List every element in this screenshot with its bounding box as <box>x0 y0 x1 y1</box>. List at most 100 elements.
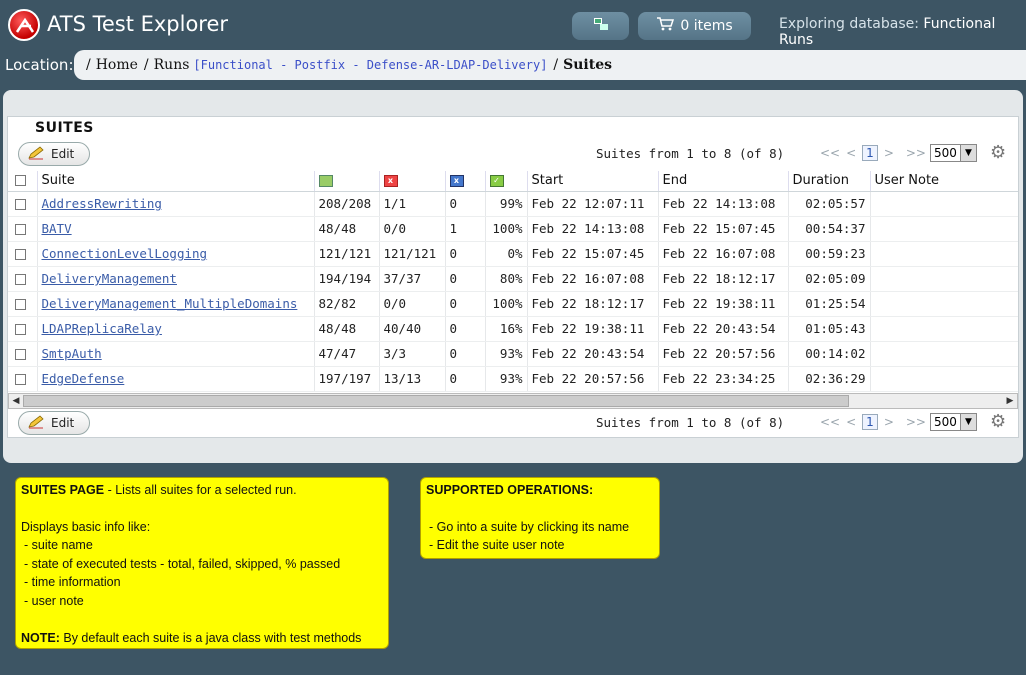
suite-link[interactable]: BATV <box>42 221 72 236</box>
tests-total: 48/48 <box>314 216 380 242</box>
row-checkbox[interactable] <box>8 266 38 292</box>
row-checkbox[interactable] <box>8 291 38 317</box>
page-size-select[interactable]: 500 ▼ <box>930 144 977 162</box>
row-checkbox[interactable] <box>8 216 38 242</box>
row-checkbox-box[interactable] <box>15 324 26 335</box>
user-note[interactable] <box>870 316 1018 342</box>
column-end[interactable]: End <box>658 171 789 192</box>
column-total[interactable] <box>314 171 380 192</box>
start-time: Feb 22 14:13:08 <box>527 216 659 242</box>
row-checkbox[interactable] <box>8 341 38 367</box>
tests-passed-percent: 0% <box>485 241 528 267</box>
tests-skipped: 0 <box>445 366 486 392</box>
suite-link[interactable]: DeliveryManagement <box>42 271 177 286</box>
gear-icon[interactable]: ⚙ <box>990 142 1006 163</box>
page-size-value: 500 <box>934 146 957 160</box>
end-time: Feb 22 15:07:45 <box>658 216 789 242</box>
suite-name-link[interactable]: LDAPReplicaRelay <box>37 316 315 342</box>
suite-link[interactable]: SmtpAuth <box>42 346 102 361</box>
column-duration[interactable]: Duration <box>788 171 871 192</box>
scroll-left-icon[interactable]: ◀ <box>9 394 23 408</box>
column-skipped[interactable]: x <box>445 171 486 192</box>
suite-name-link[interactable]: DeliveryManagement <box>37 266 315 292</box>
edit-button[interactable]: Edit <box>18 142 90 166</box>
suite-name-link[interactable]: SmtpAuth <box>37 341 315 367</box>
suite-link[interactable]: DeliveryManagement_MultipleDomains <box>42 296 298 311</box>
row-checkbox-box[interactable] <box>15 374 26 385</box>
user-note[interactable] <box>870 191 1018 217</box>
end-time: Feb 22 18:12:17 <box>658 266 789 292</box>
tests-total: 47/47 <box>314 341 380 367</box>
suites-title: SUITES <box>35 120 94 136</box>
suite-name-link[interactable]: DeliveryManagement_MultipleDomains <box>37 291 315 317</box>
suite-name-link[interactable]: ConnectionLevelLogging <box>37 241 315 267</box>
tests-total: 194/194 <box>314 266 380 292</box>
suite-name-link[interactable]: BATV <box>37 216 315 242</box>
row-checkbox-box[interactable] <box>15 199 26 210</box>
page-number[interactable]: 1 <box>862 145 878 161</box>
tests-skipped-icon: x <box>449 174 464 187</box>
suite-link[interactable]: ConnectionLevelLogging <box>42 246 208 261</box>
row-checkbox-box[interactable] <box>15 274 26 285</box>
duration: 00:59:23 <box>788 241 871 267</box>
tests-passed-icon: ✓ <box>489 174 504 187</box>
suite-name-link[interactable]: EdgeDefense <box>37 366 315 392</box>
next-page-button[interactable]: > <box>884 146 894 160</box>
column-passed[interactable]: ✓ <box>485 171 528 192</box>
chevron-down-icon: ▼ <box>960 145 976 161</box>
user-note[interactable] <box>870 266 1018 292</box>
select-all-checkbox[interactable] <box>8 171 38 192</box>
prev-page-button[interactable]: < <box>846 146 856 160</box>
page-number[interactable]: 1 <box>862 414 878 430</box>
breadcrumb-home[interactable]: Home <box>96 57 138 73</box>
suite-link[interactable]: EdgeDefense <box>42 371 125 386</box>
operations-note: SUPPORTED OPERATIONS: - Go into a suite … <box>420 477 660 559</box>
column-suite[interactable]: Suite <box>37 171 315 192</box>
note-item: - state of executed tests - total, faile… <box>24 556 341 571</box>
tests-skipped: 0 <box>445 266 486 292</box>
suite-link[interactable]: AddressRewriting <box>42 196 162 211</box>
column-failed[interactable]: x <box>379 171 446 192</box>
breadcrumb-run[interactable]: [Functional - Postfix - Defense-AR-LDAP-… <box>193 58 547 72</box>
note-item: - user note <box>24 593 84 608</box>
row-checkbox-box[interactable] <box>15 249 26 260</box>
edit-button-bottom[interactable]: Edit <box>18 411 90 435</box>
row-checkbox-box[interactable] <box>15 349 26 360</box>
row-checkbox-box[interactable] <box>15 224 26 235</box>
first-page-button[interactable]: << <box>820 146 840 160</box>
next-page-button[interactable]: > <box>884 415 894 429</box>
user-note[interactable] <box>870 241 1018 267</box>
duration: 02:36:29 <box>788 366 871 392</box>
user-note[interactable] <box>870 216 1018 242</box>
user-note[interactable] <box>870 291 1018 317</box>
gear-icon[interactable]: ⚙ <box>990 411 1006 432</box>
last-page-button[interactable]: >> <box>906 146 926 160</box>
scroll-right-icon[interactable]: ▶ <box>1003 394 1017 408</box>
column-user-note[interactable]: User Note <box>870 171 1018 192</box>
edit-label: Edit <box>51 416 75 430</box>
row-checkbox[interactable] <box>8 191 38 217</box>
row-checkbox[interactable] <box>8 316 38 342</box>
page-size-select-bottom[interactable]: 500 ▼ <box>930 413 977 431</box>
note-item: - suite name <box>24 538 93 553</box>
tests-failed-icon: x <box>383 174 398 187</box>
tests-skipped: 0 <box>445 316 486 342</box>
row-checkbox[interactable] <box>8 241 38 267</box>
prev-page-button[interactable]: < <box>846 415 856 429</box>
row-checkbox-box[interactable] <box>15 299 26 310</box>
row-checkbox[interactable] <box>8 366 38 392</box>
suite-name-link[interactable]: AddressRewriting <box>37 191 315 217</box>
user-note[interactable] <box>870 366 1018 392</box>
start-time: Feb 22 16:07:08 <box>527 266 659 292</box>
user-note[interactable] <box>870 341 1018 367</box>
cart-button[interactable]: 0 items <box>638 12 751 40</box>
table-row: DeliveryManagement 194/194 37/37 0 80% Feb 22… <box>8 266 1018 292</box>
scrollbar-thumb[interactable] <box>23 395 849 407</box>
first-page-button[interactable]: << <box>820 415 840 429</box>
database-button[interactable] <box>572 12 629 40</box>
horizontal-scrollbar[interactable]: ◀ ▶ <box>8 393 1018 409</box>
breadcrumb-runs[interactable]: Runs <box>154 57 190 73</box>
column-start[interactable]: Start <box>527 171 659 192</box>
last-page-button[interactable]: >> <box>906 415 926 429</box>
suite-link[interactable]: LDAPReplicaRelay <box>42 321 162 336</box>
